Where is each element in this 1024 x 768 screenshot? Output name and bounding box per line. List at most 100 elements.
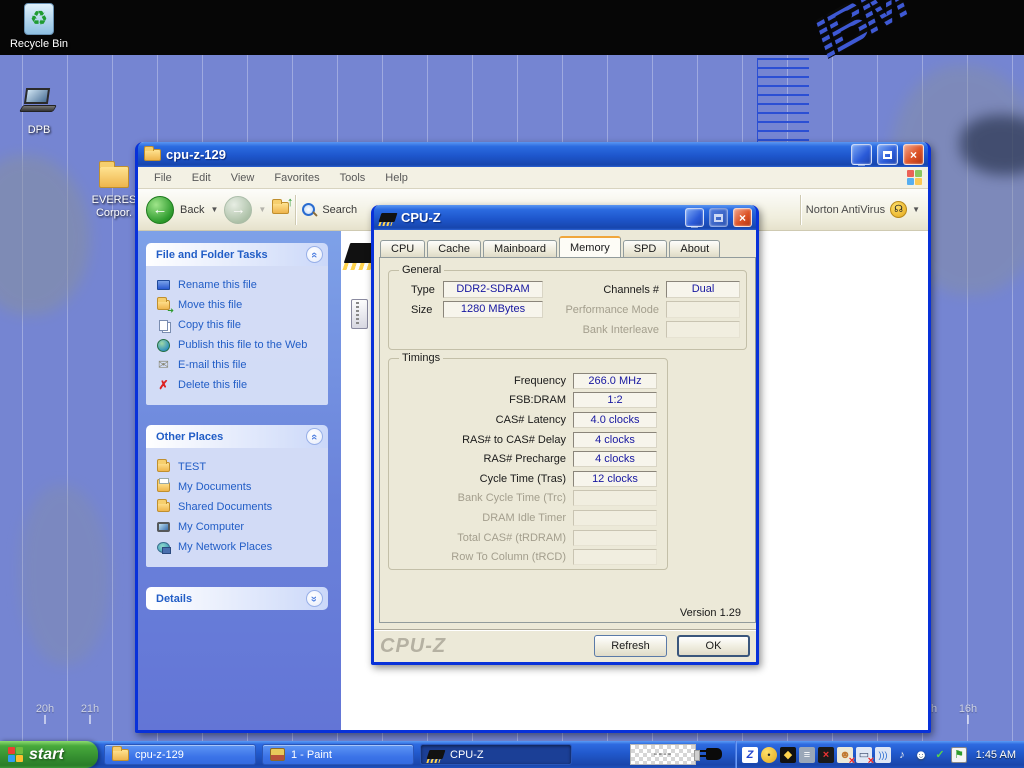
file-tasks-panel: File and Folder Tasks « Rename this file… [146,243,328,405]
file-tasks-header[interactable]: File and Folder Tasks « [146,243,328,266]
timing-row-row-to-column: Row To Column (tRCD) [395,547,657,567]
close-button[interactable]: × [903,144,924,165]
ok-button[interactable]: OK [677,635,750,657]
zip-file-icon[interactable] [351,299,368,329]
file-tasks-title: File and Folder Tasks [156,249,306,261]
row-to-column-value [573,549,657,565]
menu-favorites[interactable]: Favorites [264,169,329,187]
minimize-button[interactable]: _ [851,144,872,165]
refresh-button[interactable]: Refresh [594,635,667,657]
publish-web-icon [157,339,170,352]
other-places-panel: Other Places « TEST My Documents Shared … [146,425,328,567]
timezone-label-21h: 21h [73,703,107,715]
channels-value: Dual [666,281,740,298]
menu-edit[interactable]: Edit [182,169,221,187]
performance-mode-value [666,301,740,318]
taskbar-clock[interactable]: 1:45 AM [976,741,1016,768]
place-test[interactable]: TEST [156,457,324,477]
back-dropdown-icon[interactable]: ▼ [210,205,218,214]
forward-button[interactable]: → [224,196,252,224]
tab-memory[interactable]: Memory [559,236,621,257]
timing-row-bank-cycle-time: Bank Cycle Time (Trc) [395,489,657,509]
norton-dropdown-icon[interactable]: ▼ [912,205,920,214]
z-icon[interactable]: Z [742,747,758,763]
details-panel: Details « [146,587,328,610]
copy-icon [159,320,168,331]
task-email-file[interactable]: ✉E-mail this file [156,355,324,375]
cpuz-window-title: CPU-Z [401,210,680,225]
recycle-bin-icon: ♻ [24,3,54,35]
network-computers-icon[interactable]: ≡ [799,747,815,763]
network-places-icon [157,542,170,553]
maximize-button[interactable] [709,208,728,227]
explorer-title-bar[interactable]: cpu-z-129 _ × [138,142,928,167]
back-button[interactable]: ← [146,196,174,224]
up-button[interactable]: ↑ [272,202,289,217]
forward-dropdown-icon[interactable]: ▼ [258,205,266,214]
maximize-button[interactable] [877,144,898,165]
stethoscope-icon[interactable]: • [761,747,777,763]
start-label: start [29,746,64,764]
collapse-chevron-icon[interactable]: « [306,246,323,263]
task-move-file[interactable]: Move this file [156,295,324,315]
dpb-shortcut[interactable]: DPB [3,86,75,137]
tab-cpu[interactable]: CPU [380,240,425,258]
recycle-bin-shortcut[interactable]: ♻ Recycle Bin [3,3,75,51]
menu-tools[interactable]: Tools [330,169,376,187]
details-header[interactable]: Details « [146,587,328,610]
taskbar-item-cpu-z-129[interactable]: cpu-z-129 [104,744,256,765]
monitor-signal-icon[interactable]: ))) [875,747,891,763]
task-copy-file[interactable]: Copy this file [156,315,324,335]
timings-group-label: Timings [399,352,443,364]
ras-precharge-value: 4 clocks [573,451,657,467]
menu-file[interactable]: File [144,169,182,187]
timing-row-frequency: Frequency266.0 MHz [395,371,657,391]
place-my-documents[interactable]: My Documents [156,477,324,497]
cpuz-title-bar[interactable]: CPU-Z _ × [374,205,756,230]
collapse-chevron-icon[interactable]: « [306,428,323,445]
fsb-dram-value: 1:2 [573,392,657,408]
windows-flag-icon [8,747,23,762]
my-documents-icon [157,482,170,492]
expand-chevron-icon[interactable]: « [306,590,323,607]
task-rename-file[interactable]: Rename this file [156,275,324,295]
place-my-computer[interactable]: My Computer [156,517,324,537]
timing-row-cas-latency: CAS# Latency4.0 clocks [395,410,657,430]
minimize-button[interactable]: _ [685,208,704,227]
buddies-offline-icon[interactable]: ☻ [837,747,853,763]
bank-interleave-value [666,321,740,338]
search-label[interactable]: Search [322,204,357,216]
search-icon[interactable] [302,203,316,217]
folder-icon [144,149,161,161]
diamond-mail-icon[interactable]: ◆ [780,747,796,763]
norton-antivirus-menu[interactable]: Norton AntiVirus ☊ ▼ [800,195,920,225]
start-button[interactable]: start [0,741,98,768]
cpuz-footer: CPU-Z Refresh OK [374,629,756,662]
tab-about[interactable]: About [669,240,720,258]
window-flag-icon[interactable]: ⚑ [951,747,967,763]
taskbar-item-paint[interactable]: 1 - Paint [262,744,414,765]
battery-meter[interactable]: ---- [630,744,696,765]
tab-spd[interactable]: SPD [623,240,668,258]
back-label[interactable]: Back [180,204,204,216]
taskbar-item-cpuz[interactable]: CPU-Z [420,744,572,765]
monitor-offline-icon[interactable]: ▭ [856,747,872,763]
place-my-network-places[interactable]: My Network Places [156,537,324,557]
folder-icon [157,462,170,472]
speaker-icon[interactable]: ♪ [894,747,910,763]
ghost-icon[interactable]: ☻ [913,747,929,763]
menu-help[interactable]: Help [375,169,418,187]
task-delete-file[interactable]: ✗Delete this file [156,375,324,395]
menu-view[interactable]: View [221,169,265,187]
tab-mainboard[interactable]: Mainboard [483,240,557,258]
place-shared-documents[interactable]: Shared Documents [156,497,324,517]
general-groupbox: General Type DDR2-SDRAM Size 1280 MBytes… [388,270,747,350]
tab-cache[interactable]: Cache [427,240,481,258]
close-button[interactable]: × [733,208,752,227]
blocked-grid-icon[interactable]: × [818,747,834,763]
other-places-header[interactable]: Other Places « [146,425,328,448]
version-label: Version 1.29 [680,607,741,619]
task-publish-file[interactable]: Publish this file to the Web [156,335,324,355]
general-group-label: General [399,264,444,276]
green-arrow-icon[interactable]: ✓ [932,747,948,763]
